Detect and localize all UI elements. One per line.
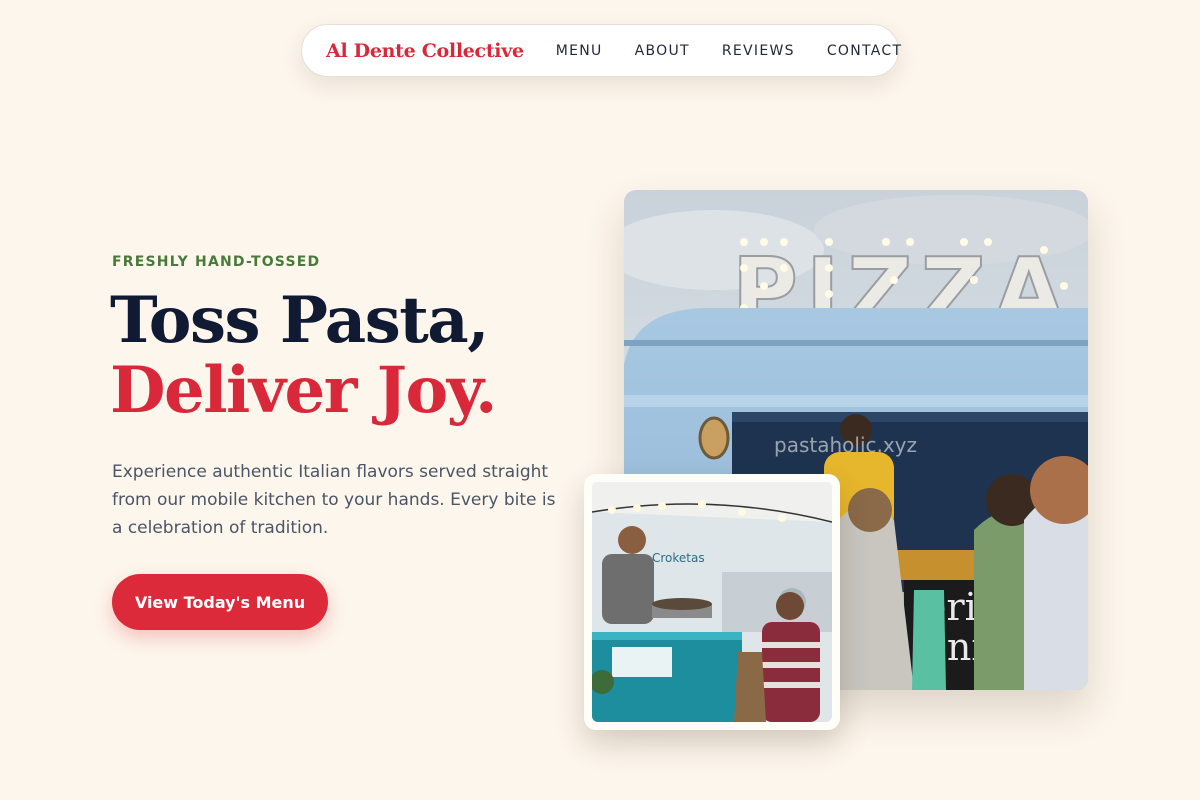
hero-headline: Toss Pasta, Deliver Joy. xyxy=(110,283,497,428)
hero-description: Experience authentic Italian flavors ser… xyxy=(112,462,556,538)
inset-photo-frame: Croketas xyxy=(584,474,840,730)
top-nav: Al Dente Collective MENU ABOUT REVIEWS C… xyxy=(301,24,901,77)
brand-logo[interactable]: Al Dente Collective xyxy=(326,40,524,62)
nav-link-contact[interactable]: CONTACT xyxy=(827,43,903,59)
nav-link-about[interactable]: ABOUT xyxy=(635,43,690,59)
nav-link-menu[interactable]: MENU xyxy=(556,43,603,59)
headline-line-1: Toss Pasta, xyxy=(110,283,490,358)
nav-link-reviews[interactable]: REVIEWS xyxy=(722,43,795,59)
hero-eyebrow: FRESHLY HAND-TOSSED xyxy=(112,254,321,270)
croketas-cart-photo: Croketas xyxy=(592,482,832,722)
cart-illustration: Croketas xyxy=(592,482,832,722)
view-menu-button[interactable]: View Today's Menu xyxy=(112,574,328,630)
landing-page: Al Dente Collective MENU ABOUT REVIEWS C… xyxy=(0,0,1200,800)
photo-watermark: pastaholic.xyz xyxy=(774,433,917,457)
cart-sign: Croketas xyxy=(652,551,705,565)
headline-line-2: Deliver Joy. xyxy=(110,353,497,428)
